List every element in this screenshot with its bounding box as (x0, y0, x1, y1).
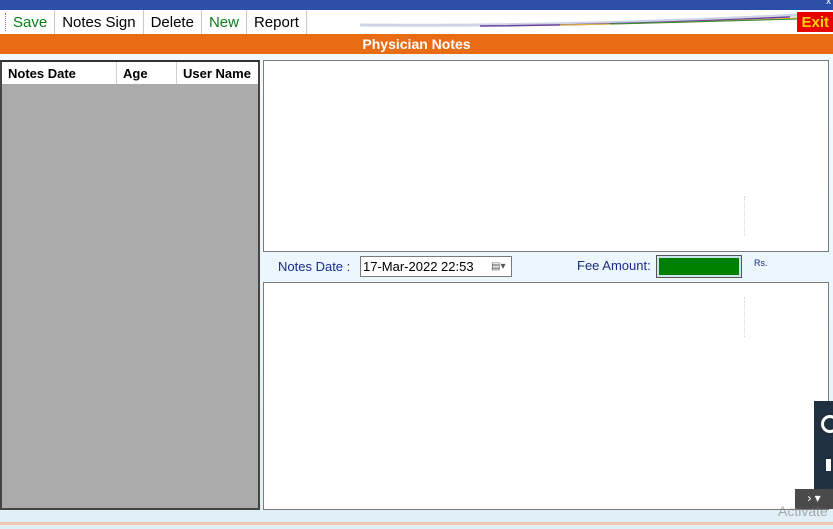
notes-date-label: Notes Date : (278, 259, 351, 274)
divider (744, 297, 745, 337)
page-title: Physician Notes (0, 34, 833, 54)
column-user-name[interactable]: User Name (177, 62, 258, 84)
column-notes-date[interactable]: Notes Date (2, 62, 117, 84)
save-button[interactable]: Save (6, 10, 56, 34)
circle-icon (821, 415, 833, 433)
exit-button[interactable]: Exit (797, 12, 833, 32)
notes-secondary-area[interactable] (263, 282, 829, 510)
side-widget[interactable] (814, 401, 833, 493)
bar-icon (826, 459, 831, 471)
currency-label: Rs. (754, 258, 768, 268)
column-age[interactable]: Age (117, 62, 177, 84)
notes-sign-button[interactable]: Notes Sign (55, 10, 144, 34)
notes-list[interactable]: Notes Date Age User Name (0, 60, 260, 510)
bottom-border (0, 522, 833, 525)
fee-amount-label: Fee Amount: (577, 258, 651, 273)
toolbar: Save Notes Sign Delete New Report Exit (0, 10, 833, 34)
new-button[interactable]: New (202, 10, 247, 34)
divider (744, 196, 745, 236)
calendar-dropdown-icon[interactable]: ▤▾ (491, 261, 507, 273)
toolbar-decoration (360, 13, 800, 27)
notes-date-value: 17-Mar-2022 22:53 (363, 259, 474, 274)
close-icon[interactable]: x (826, 0, 831, 7)
notes-date-picker[interactable]: 17-Mar-2022 22:53 ▤▾ (360, 256, 512, 277)
activate-watermark: Activate (778, 503, 828, 519)
report-button[interactable]: Report (247, 10, 307, 34)
notes-text-area[interactable] (263, 60, 829, 252)
delete-button[interactable]: Delete (144, 10, 202, 34)
window-top-strip: x (0, 0, 833, 10)
list-header: Notes Date Age User Name (2, 62, 258, 84)
fee-amount-input[interactable] (656, 255, 742, 278)
